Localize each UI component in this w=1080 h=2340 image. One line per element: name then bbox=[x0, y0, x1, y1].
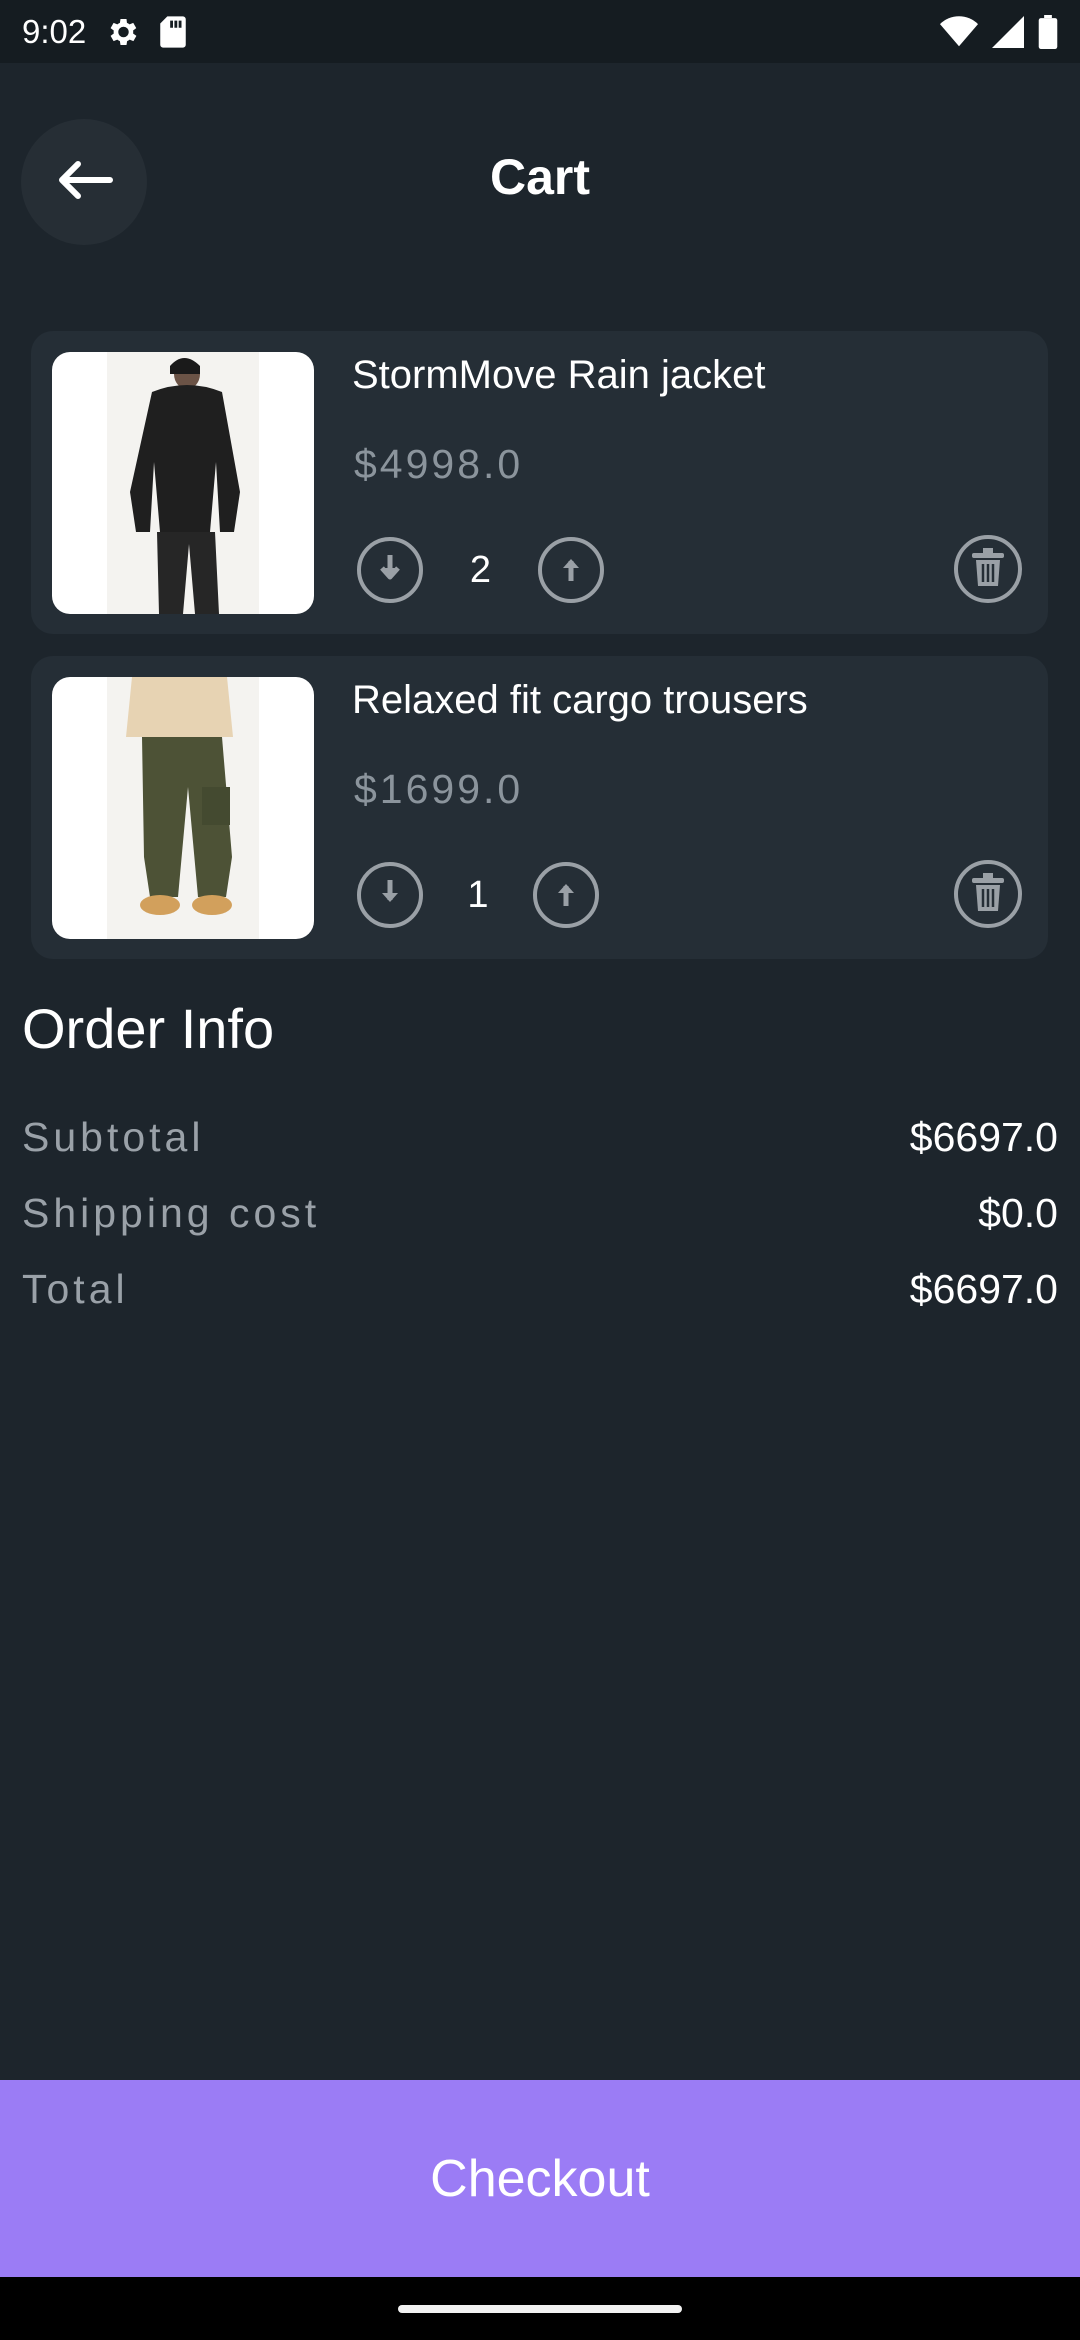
status-bar: 9:02 bbox=[0, 0, 1080, 63]
order-info-title: Order Info bbox=[22, 997, 275, 1060]
quantity-value: 2 bbox=[469, 548, 492, 591]
product-name: StormMove Rain jacket bbox=[352, 353, 766, 397]
increase-quantity-button[interactable] bbox=[533, 862, 599, 928]
subtotal-label: Subtotal bbox=[22, 1113, 205, 1160]
order-info-section: Order Info Subtotal $6697.0 Shipping cos… bbox=[22, 996, 1058, 1327]
system-navigation-bar bbox=[0, 2277, 1080, 2340]
settings-gear-icon bbox=[104, 14, 140, 50]
sd-card-icon bbox=[158, 15, 188, 49]
wifi-icon bbox=[940, 15, 978, 48]
product-image-cargo-trousers[interactable] bbox=[52, 677, 314, 939]
product-image-rain-jacket[interactable] bbox=[52, 352, 314, 614]
total-row: Total $6697.0 bbox=[22, 1251, 1058, 1327]
checkout-button[interactable]: Checkout bbox=[0, 2080, 1080, 2277]
cart-list: StormMove Rain jacket $4998.0 2 Relaxed … bbox=[31, 331, 1048, 981]
decrease-quantity-button[interactable] bbox=[357, 537, 423, 603]
arrow-up-circle-icon bbox=[549, 876, 583, 915]
total-label: Total bbox=[22, 1265, 129, 1312]
page-title: Cart bbox=[489, 149, 591, 205]
status-time: 9:02 bbox=[22, 12, 87, 50]
product-price: $1699.0 bbox=[354, 766, 524, 812]
subtotal-row: Subtotal $6697.0 bbox=[22, 1099, 1058, 1175]
decrease-quantity-button[interactable] bbox=[357, 862, 423, 928]
home-indicator[interactable] bbox=[398, 2305, 682, 2313]
subtotal-value: $6697.0 bbox=[909, 1113, 1058, 1160]
increase-quantity-button[interactable] bbox=[538, 537, 604, 603]
quantity-stepper: 2 bbox=[357, 535, 604, 605]
cart-screen: 9:02 Cart StormMove Rain jacket $4998.0 … bbox=[0, 0, 1080, 2340]
arrow-down-circle-icon bbox=[373, 551, 407, 590]
total-value: $6697.0 bbox=[909, 1265, 1058, 1312]
shipping-row: Shipping cost $0.0 bbox=[22, 1175, 1058, 1251]
product-price: $4998.0 bbox=[354, 441, 524, 487]
quantity-stepper: 1 bbox=[357, 860, 599, 930]
arrow-down-circle-icon bbox=[373, 876, 407, 915]
trash-icon bbox=[970, 547, 1006, 592]
cart-item[interactable]: StormMove Rain jacket $4998.0 2 bbox=[31, 331, 1048, 634]
trash-icon bbox=[970, 872, 1006, 917]
signal-icon bbox=[992, 15, 1024, 48]
delete-item-button[interactable] bbox=[954, 860, 1022, 928]
shipping-label: Shipping cost bbox=[22, 1189, 321, 1236]
delete-item-button[interactable] bbox=[954, 535, 1022, 603]
battery-icon bbox=[1038, 14, 1058, 49]
product-name: Relaxed fit cargo trousers bbox=[352, 678, 808, 722]
arrow-up-circle-icon bbox=[554, 551, 588, 590]
quantity-value: 1 bbox=[467, 873, 489, 916]
app-bar: Cart bbox=[0, 63, 1080, 298]
shipping-value: $0.0 bbox=[978, 1189, 1058, 1236]
cart-item[interactable]: Relaxed fit cargo trousers $1699.0 1 bbox=[31, 656, 1048, 959]
